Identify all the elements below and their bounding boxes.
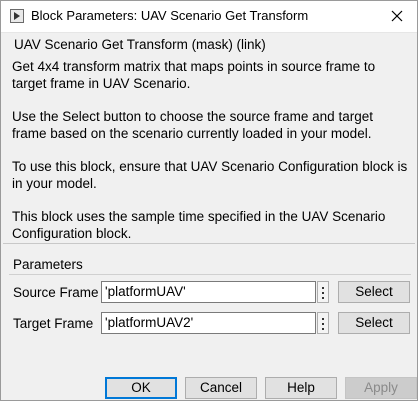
block-parameters-dialog: Block Parameters: UAV Scenario Get Trans… — [0, 0, 418, 401]
mask-description-panel: UAV Scenario Get Transform (mask) (link)… — [3, 32, 415, 244]
target-frame-menu-icon[interactable] — [317, 312, 329, 334]
source-frame-label: Source Frame — [13, 285, 99, 300]
target-frame-label: Target Frame — [13, 316, 94, 331]
parameters-group-title: Parameters — [13, 257, 83, 272]
target-frame-select-button[interactable]: Select — [338, 312, 410, 334]
mask-title: UAV Scenario Get Transform (mask) (link) — [14, 37, 266, 52]
window-title: Block Parameters: UAV Scenario Get Trans… — [31, 8, 309, 23]
cancel-button[interactable]: Cancel — [185, 377, 257, 399]
close-icon[interactable] — [389, 8, 405, 24]
source-frame-menu-icon[interactable] — [317, 281, 329, 303]
title-bar: Block Parameters: UAV Scenario Get Trans… — [1, 1, 417, 33]
description-paragraph: Use the Select button to choose the sour… — [12, 109, 373, 141]
block-icon — [10, 9, 24, 23]
apply-button[interactable]: Apply — [345, 377, 417, 399]
parameters-divider — [9, 274, 411, 275]
description-paragraph: This block uses the sample time specifie… — [12, 209, 386, 241]
source-frame-input[interactable]: 'platformUAV' — [101, 281, 316, 303]
description-paragraph: To use this block, ensure that UAV Scena… — [12, 159, 408, 191]
target-frame-input[interactable]: 'platformUAV2' — [101, 312, 316, 334]
ok-button[interactable]: OK — [105, 377, 177, 399]
help-button[interactable]: Help — [265, 377, 337, 399]
description-paragraph: Get 4x4 transform matrix that maps point… — [12, 59, 376, 91]
source-frame-select-button[interactable]: Select — [338, 281, 410, 303]
mask-description: Get 4x4 transform matrix that maps point… — [12, 58, 410, 258]
